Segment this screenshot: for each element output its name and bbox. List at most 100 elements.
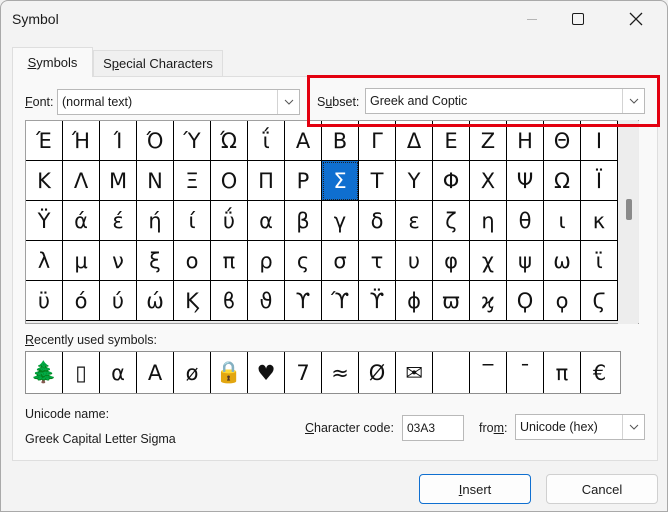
- symbol-cell[interactable]: ύ: [100, 281, 137, 321]
- recent-symbol[interactable]: ‾: [470, 352, 507, 393]
- font-dropdown[interactable]: (normal text): [57, 89, 300, 115]
- symbol-cell[interactable]: Π: [248, 161, 285, 201]
- symbol-cell[interactable]: ώ: [137, 281, 174, 321]
- symbol-cell[interactable]: ϖ: [433, 281, 470, 321]
- symbol-cell[interactable]: Ϊ: [581, 161, 618, 201]
- from-dropdown-arrow[interactable]: [622, 415, 644, 439]
- symbol-cell[interactable]: Ε: [433, 121, 470, 161]
- symbol-cell[interactable]: σ: [322, 241, 359, 281]
- recent-symbol[interactable]: ≈: [322, 352, 359, 393]
- symbol-cell[interactable]: π: [211, 241, 248, 281]
- symbol-cell[interactable]: Ο: [211, 161, 248, 201]
- symbol-cell[interactable]: Ω: [544, 161, 581, 201]
- recent-symbol[interactable]: €: [581, 352, 618, 393]
- symbol-cell[interactable]: ν: [100, 241, 137, 281]
- symbol-cell[interactable]: ψ: [507, 241, 544, 281]
- symbol-cell[interactable]: Γ: [359, 121, 396, 161]
- recent-symbol[interactable]: α: [100, 352, 137, 393]
- symbol-cell[interactable]: Η: [507, 121, 544, 161]
- symbol-cell[interactable]: Ζ: [470, 121, 507, 161]
- symbol-cell[interactable]: θ: [507, 201, 544, 241]
- symbol-cell[interactable]: Θ: [544, 121, 581, 161]
- symbol-cell[interactable]: Ϙ: [507, 281, 544, 321]
- symbol-cell[interactable]: Β: [322, 121, 359, 161]
- symbol-cell[interactable]: ΰ: [211, 201, 248, 241]
- recent-symbol[interactable]: 7: [285, 352, 322, 393]
- symbol-cell[interactable]: υ: [396, 241, 433, 281]
- symbol-cell[interactable]: τ: [359, 241, 396, 281]
- symbol-cell[interactable]: Δ: [396, 121, 433, 161]
- from-dropdown[interactable]: Unicode (hex): [515, 414, 645, 440]
- symbol-cell[interactable]: ά: [63, 201, 100, 241]
- symbol-cell[interactable]: γ: [322, 201, 359, 241]
- symbol-cell[interactable]: β: [285, 201, 322, 241]
- recent-symbol[interactable]: ¯: [507, 352, 544, 393]
- symbol-cell[interactable]: δ: [359, 201, 396, 241]
- symbol-cell[interactable]: ε: [396, 201, 433, 241]
- symbol-cell[interactable]: Ύ: [174, 121, 211, 161]
- symbol-cell[interactable]: Ϋ: [26, 201, 63, 241]
- symbol-cell[interactable]: ο: [174, 241, 211, 281]
- recent-symbol[interactable]: ▯: [63, 352, 100, 393]
- symbol-cell[interactable]: Ψ: [507, 161, 544, 201]
- symbol-cell[interactable]: ξ: [137, 241, 174, 281]
- symbol-cell[interactable]: ϐ: [211, 281, 248, 321]
- recent-symbol-heart-icon[interactable]: ♥: [248, 352, 285, 393]
- recent-symbol-lock-icon[interactable]: 🔒: [211, 352, 248, 393]
- symbol-cell[interactable]: Ί: [100, 121, 137, 161]
- symbol-cell[interactable]: ό: [63, 281, 100, 321]
- symbol-cell[interactable]: Φ: [433, 161, 470, 201]
- symbol-cell[interactable]: ή: [137, 201, 174, 241]
- symbol-cell-selected[interactable]: Σ: [322, 161, 359, 201]
- symbol-cell[interactable]: ω: [544, 241, 581, 281]
- symbol-cell[interactable]: Α: [285, 121, 322, 161]
- symbol-cell[interactable]: ϋ: [26, 281, 63, 321]
- font-dropdown-arrow[interactable]: [277, 90, 299, 114]
- symbol-cell[interactable]: ϑ: [248, 281, 285, 321]
- symbol-cell[interactable]: Ι: [581, 121, 618, 161]
- symbol-cell[interactable]: Έ: [26, 121, 63, 161]
- symbol-cell[interactable]: Ρ: [285, 161, 322, 201]
- symbol-cell[interactable]: Χ: [470, 161, 507, 201]
- symbol-cell[interactable]: ς: [285, 241, 322, 281]
- symbol-cell[interactable]: α: [248, 201, 285, 241]
- cancel-button[interactable]: Cancel: [546, 474, 658, 504]
- subset-dropdown[interactable]: Greek and Coptic: [365, 88, 645, 114]
- symbol-cell[interactable]: Ώ: [211, 121, 248, 161]
- symbol-cell[interactable]: χ: [470, 241, 507, 281]
- symbol-cell[interactable]: φ: [433, 241, 470, 281]
- symbol-cell[interactable]: Υ: [396, 161, 433, 201]
- symbol-cell[interactable]: Ή: [63, 121, 100, 161]
- recent-symbol-envelope-icon[interactable]: ✉: [396, 352, 433, 393]
- tab-symbols[interactable]: Symbols: [12, 47, 93, 77]
- symbol-cell[interactable]: ϔ: [359, 281, 396, 321]
- subset-dropdown-arrow[interactable]: [622, 89, 644, 113]
- symbol-cell[interactable]: Μ: [100, 161, 137, 201]
- character-code-input[interactable]: 03A3: [402, 415, 464, 441]
- symbol-cell[interactable]: ϙ: [544, 281, 581, 321]
- maximize-button[interactable]: [555, 1, 601, 37]
- symbol-cell[interactable]: η: [470, 201, 507, 241]
- symbol-cell[interactable]: Ϛ: [581, 281, 618, 321]
- symbol-cell[interactable]: Ξ: [174, 161, 211, 201]
- symbol-grid-scrollbar[interactable]: [618, 120, 638, 324]
- symbol-cell[interactable]: Ό: [137, 121, 174, 161]
- symbol-cell[interactable]: ί: [174, 201, 211, 241]
- symbol-cell[interactable]: ϊ: [581, 241, 618, 281]
- symbol-cell[interactable]: ζ: [433, 201, 470, 241]
- scrollbar-thumb[interactable]: [626, 199, 632, 220]
- symbol-cell[interactable]: Ϗ: [174, 281, 211, 321]
- symbol-cell[interactable]: Κ: [26, 161, 63, 201]
- symbol-cell[interactable]: ι: [544, 201, 581, 241]
- symbol-cell[interactable]: ρ: [248, 241, 285, 281]
- close-button[interactable]: [613, 1, 659, 37]
- symbol-cell[interactable]: λ: [26, 241, 63, 281]
- minimize-button[interactable]: [509, 1, 555, 37]
- symbol-cell[interactable]: Τ: [359, 161, 396, 201]
- recent-symbol[interactable]: ø: [174, 352, 211, 393]
- symbol-cell[interactable]: Λ: [63, 161, 100, 201]
- symbol-cell[interactable]: ϗ: [470, 281, 507, 321]
- recent-symbol-tree-icon[interactable]: 🌲: [26, 352, 63, 393]
- tab-special-characters[interactable]: Special Characters: [93, 50, 223, 76]
- recent-symbol[interactable]: Ø: [359, 352, 396, 393]
